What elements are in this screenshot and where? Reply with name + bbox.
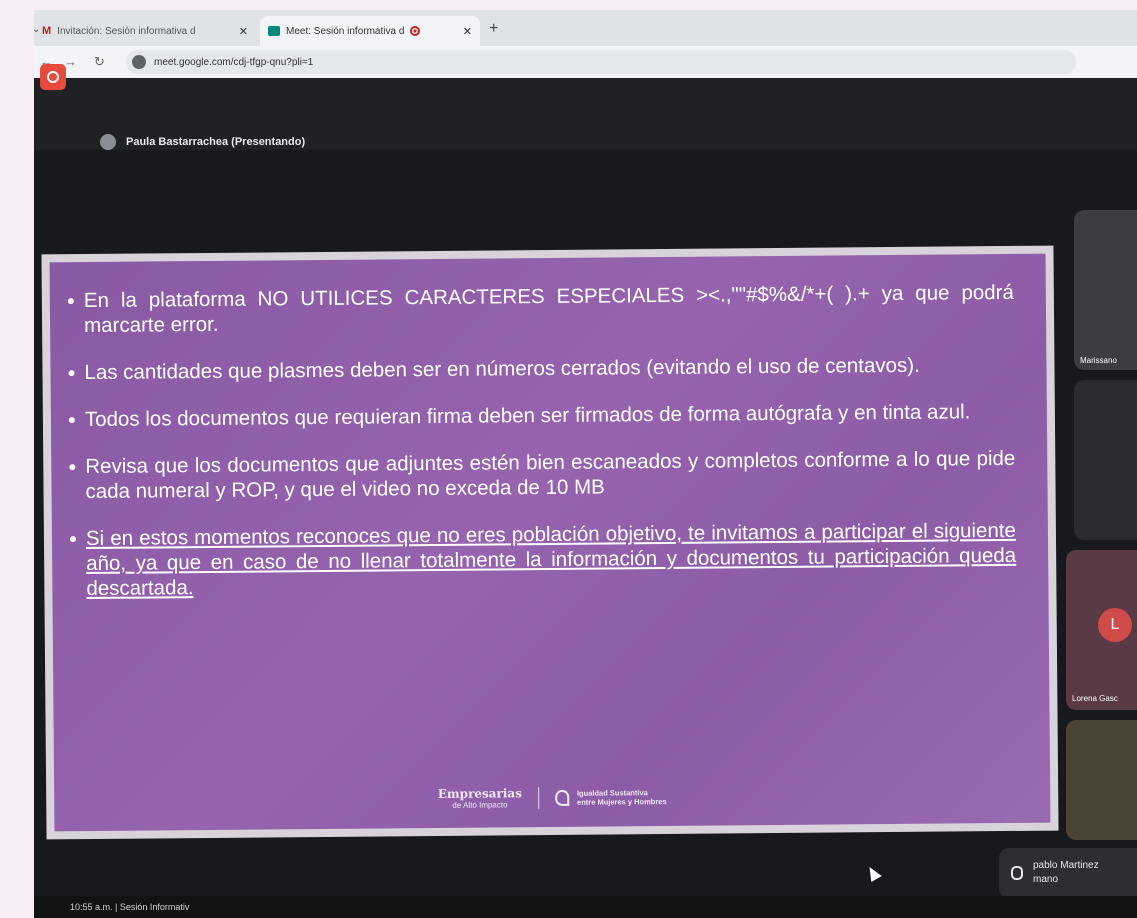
- bullet-text: Revisa que los documentos que adjuntes e…: [85, 446, 1016, 504]
- bullet-dot: [67, 298, 74, 305]
- bullet-text: En la plataforma NO UTILICES CARACTERES …: [83, 280, 1014, 338]
- tab-meet[interactable]: Meet: Sesión informativa d ✕: [260, 16, 480, 46]
- forward-icon[interactable]: →: [64, 54, 77, 69]
- tab-gmail[interactable]: M Invitación: Sesión informativa d ✕: [34, 16, 256, 46]
- tab-label: Meet: Sesión informativa d: [286, 25, 405, 37]
- bullet-text: Si en estos momentos reconoces que no er…: [85, 518, 1017, 601]
- bullet-dot: [68, 417, 75, 424]
- hand-raise-name: pablo Martinez: [1033, 860, 1099, 871]
- participant-tile[interactable]: M: [1074, 380, 1137, 540]
- bullet-text: Las cantidades que plasmes deben ser en …: [84, 353, 920, 385]
- participant-tile[interactable]: Marissano: [1074, 210, 1137, 370]
- reload-icon[interactable]: ↻: [94, 54, 105, 70]
- close-tab-icon[interactable]: ✕: [463, 25, 472, 38]
- bullet-item: Las cantidades que plasmes deben ser en …: [68, 352, 1014, 385]
- meeting-info-bar: 10:55 a.m. | Sesión Informativ: [34, 896, 1137, 918]
- participant-tile[interactable]: L Lorena Gasc: [1066, 550, 1137, 710]
- url-text: meet.google.com/cdj-tfgp-qnu?pli=1: [154, 56, 314, 68]
- address-bar-row: ← → ↻ meet.google.com/cdj-tfgp-qnu?pli=1: [34, 46, 1137, 78]
- bullet-item: En la plataforma NO UTILICES CARACTERES …: [67, 280, 1014, 338]
- record-icon: [47, 71, 59, 83]
- presenter-label: Paula Bastarrachea (Presentando): [100, 134, 305, 150]
- presenter-name: Paula Bastarrachea (Presentando): [126, 136, 306, 148]
- bullet-item: Si en estos momentos reconoces que no er…: [69, 518, 1017, 601]
- avatar: [100, 134, 116, 150]
- new-tab-icon[interactable]: +: [489, 20, 498, 38]
- meet-icon: [268, 26, 280, 36]
- screen: ⌄ M Invitación: Sesión informativa d ✕ M…: [34, 10, 1137, 918]
- mouse-cursor-icon: [864, 863, 882, 883]
- bullet-item: Todos los documentos que requieran firma…: [68, 399, 1015, 432]
- igualdad-icon: [554, 789, 570, 806]
- close-tab-icon[interactable]: ✕: [239, 25, 248, 38]
- participant-tile[interactable]: [1066, 720, 1137, 840]
- logo-subtitle: de Alto Impacto: [452, 800, 508, 810]
- igualdad-logo: Igualdad Sustantiva entre Mujeres y Homb…: [554, 787, 667, 807]
- logo-line2: entre Mujeres y Hombres: [576, 796, 667, 807]
- bullet-dot: [68, 370, 75, 377]
- presentation-slide: En la plataforma NO UTILICES CARACTERES …: [41, 245, 1059, 840]
- participant-name: Marissano: [1080, 356, 1117, 365]
- bullet-item: Revisa que los documentos que adjuntes e…: [69, 446, 1015, 504]
- bullet-text: Todos los documentos que requieran firma…: [84, 400, 971, 432]
- stop-presenting-button[interactable]: [40, 64, 66, 90]
- avatar: L: [1098, 608, 1132, 642]
- hand-raise-action: mano: [1033, 874, 1059, 885]
- url-field[interactable]: meet.google.com/cdj-tfgp-qnu?pli=1: [126, 50, 1076, 74]
- divider: [537, 786, 540, 809]
- bullet-dot: [69, 464, 76, 471]
- empresarias-logo: Empresarias de Alto Impacto: [438, 786, 522, 810]
- recording-icon: [410, 26, 421, 36]
- logo-title: Empresarias: [437, 786, 522, 801]
- hand-raise-notification[interactable]: pablo Martinez mano: [999, 848, 1137, 898]
- raised-hand-icon: [1011, 866, 1023, 880]
- site-info-icon[interactable]: [132, 55, 146, 69]
- participant-name: Lorena Gasc: [1072, 694, 1118, 703]
- tab-label: Invitación: Sesión informativa d: [57, 25, 196, 37]
- slide-footer: Empresarias de Alto Impacto Igualdad Sus…: [54, 782, 1050, 814]
- browser-tab-bar: ⌄ M Invitación: Sesión informativa d ✕ M…: [34, 10, 1137, 46]
- slide-content: En la plataforma NO UTILICES CARACTERES …: [49, 253, 1051, 832]
- bullet-dot: [69, 536, 76, 543]
- gmail-icon: M: [42, 25, 52, 37]
